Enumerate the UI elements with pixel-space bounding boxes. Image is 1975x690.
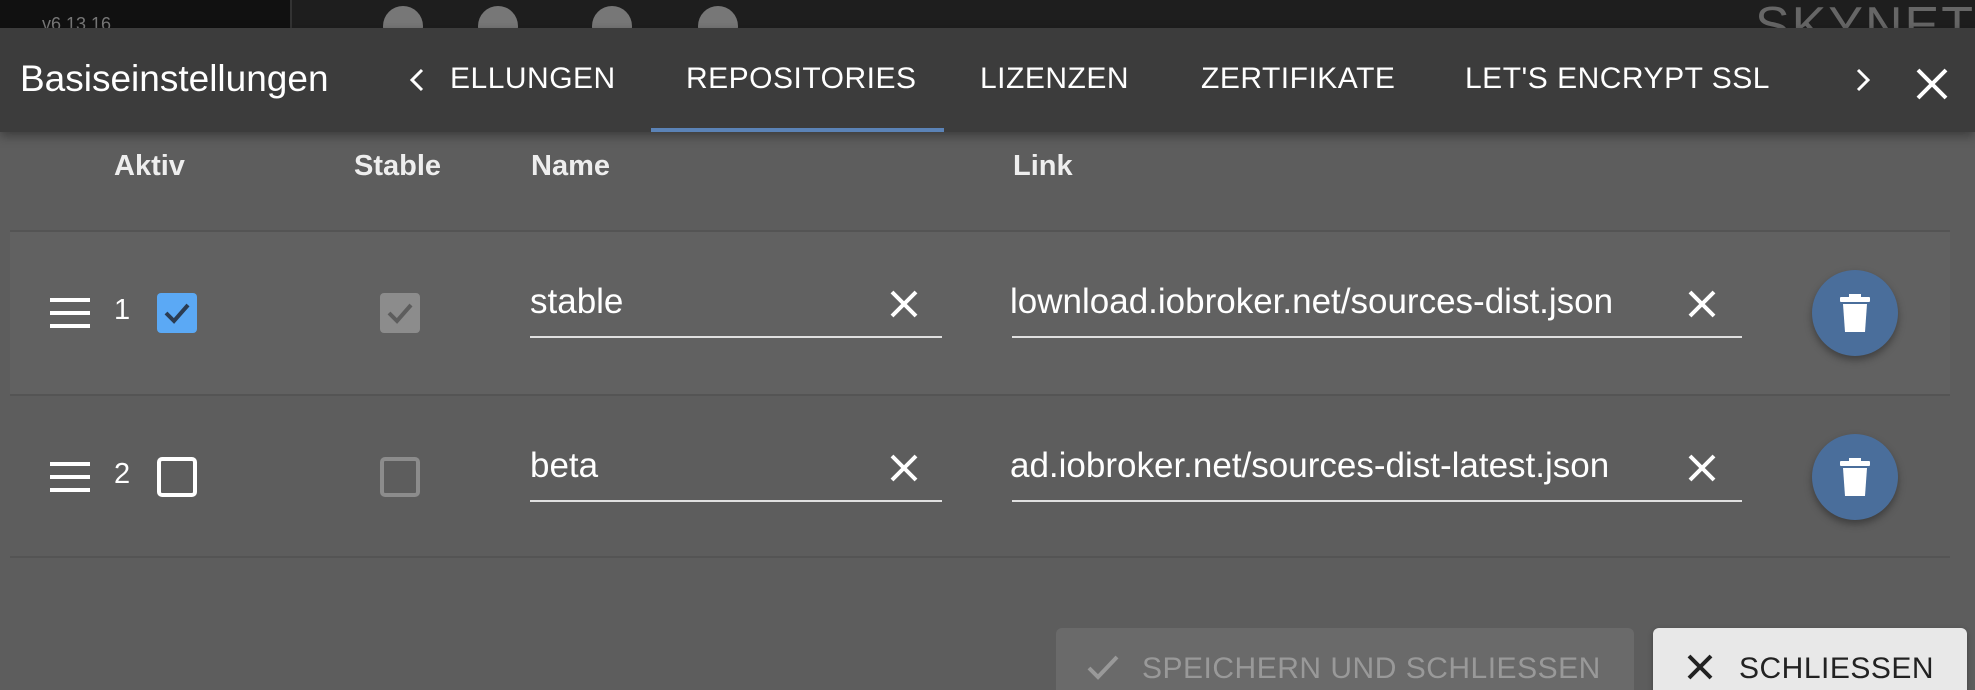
row-index: 1	[114, 294, 131, 326]
close-icon	[1687, 654, 1713, 680]
tab-lizenzen[interactable]: LIZENZEN	[980, 62, 1129, 96]
dialog-title: Basiseinstellungen	[20, 58, 329, 99]
version-label: v6.13.16	[42, 14, 112, 28]
repository-row: 2 beta ad.iobroker.net/sources-dist-late…	[10, 394, 1950, 558]
clear-link-icon[interactable]	[1682, 448, 1722, 488]
link-input[interactable]: ad.iobroker.net/sources-dist-latest.json	[1010, 446, 1650, 486]
background-icon	[592, 6, 632, 28]
tab-lets-encrypt[interactable]: LET'S ENCRYPT SSL	[1465, 62, 1770, 96]
clear-name-icon[interactable]	[884, 448, 924, 488]
drag-handle-icon[interactable]	[48, 462, 92, 492]
link-input-underline	[1012, 336, 1742, 338]
active-checkbox[interactable]	[157, 457, 197, 497]
chevron-left-icon	[409, 68, 424, 92]
brand-logo: SKYNET	[1755, 0, 1975, 28]
check-icon	[1087, 655, 1119, 680]
background-icon	[478, 6, 518, 28]
chevron-right-icon	[1856, 68, 1871, 92]
save-button-label: SPEICHERN UND SCHLIESSEN	[1142, 652, 1601, 685]
tab-scroll-left-button[interactable]	[398, 56, 438, 104]
column-header-name: Name	[531, 150, 610, 182]
link-input[interactable]: lownload.iobroker.net/sources-dist.json	[1010, 282, 1650, 322]
stable-checkbox[interactable]	[380, 457, 420, 497]
tab-repositories[interactable]: REPOSITORIES	[686, 62, 917, 96]
save-and-close-button[interactable]: SPEICHERN UND SCHLIESSEN	[1056, 628, 1634, 690]
background-icon	[383, 6, 423, 28]
tab-einstellungen[interactable]: ELLUNGEN	[450, 62, 616, 96]
column-header-stable: Stable	[354, 150, 442, 182]
active-tab-indicator	[651, 128, 944, 132]
close-button-label: SCHLIESSEN	[1739, 652, 1935, 685]
clear-link-icon[interactable]	[1682, 284, 1722, 324]
row-index: 2	[114, 458, 131, 490]
column-header-aktiv: Aktiv	[114, 150, 185, 182]
tab-bar: ELLUNGEN REPOSITORIES LIZENZEN ZERTIFIKA…	[450, 28, 1790, 132]
link-input-underline	[1012, 500, 1742, 502]
column-header-link: Link	[1013, 150, 1073, 182]
dialog-close-icon[interactable]	[1910, 62, 1954, 106]
name-input-underline	[530, 500, 942, 502]
name-input[interactable]: beta	[530, 446, 870, 486]
tab-scroll-right-button[interactable]	[1842, 56, 1882, 104]
trash-icon	[1840, 294, 1870, 332]
trash-icon	[1840, 458, 1870, 496]
background-icon	[698, 6, 738, 28]
delete-row-button[interactable]	[1812, 270, 1898, 356]
name-input[interactable]: stable	[530, 282, 870, 322]
background-app-toolbar: v6.13.16 SKYNET	[0, 0, 1975, 28]
clear-name-icon[interactable]	[884, 284, 924, 324]
dialog-header: Basiseinstellungen ELLUNGEN REPOSITORIES…	[0, 28, 1975, 132]
name-input-underline	[530, 336, 942, 338]
stable-checkbox[interactable]	[380, 293, 420, 333]
delete-row-button[interactable]	[1812, 434, 1898, 520]
close-button[interactable]: SCHLIESSEN	[1653, 628, 1967, 690]
tab-zertifikate[interactable]: ZERTIFIKATE	[1201, 62, 1395, 96]
background-sidebar: v6.13.16	[0, 0, 292, 28]
repository-row: 1 stable lownload.iobroker.net/sources-d…	[10, 230, 1950, 394]
active-checkbox[interactable]	[157, 293, 197, 333]
drag-handle-icon[interactable]	[48, 298, 92, 328]
